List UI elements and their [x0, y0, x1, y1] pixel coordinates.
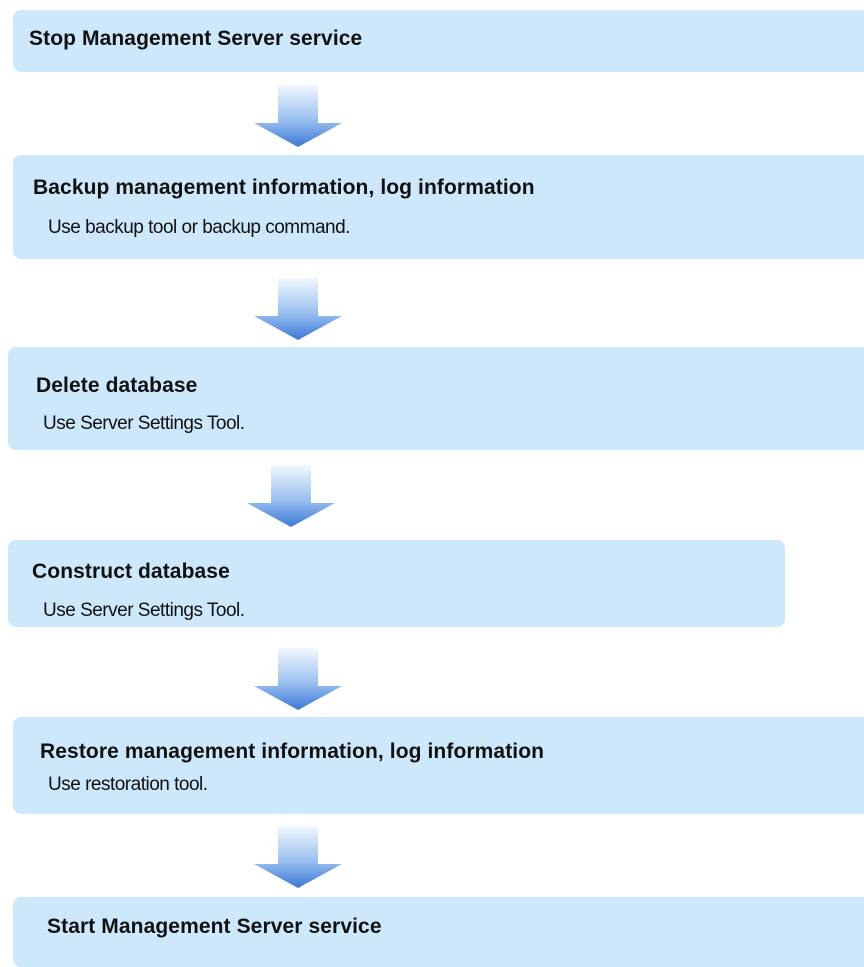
step-description: Use restoration tool. [48, 774, 208, 795]
step-title: Delete database [36, 374, 198, 397]
step-construct-database: Construct database Use Server Settings T… [8, 540, 785, 627]
down-arrow-icon [252, 85, 344, 147]
step-start-management-server: Start Management Server service [13, 897, 864, 967]
step-restore-information: Restore management information, log info… [13, 717, 864, 814]
step-description: Use Server Settings Tool. [43, 413, 245, 434]
down-arrow-icon [252, 278, 344, 340]
step-backup-information: Backup management information, log infor… [13, 155, 864, 259]
down-arrow-icon [252, 648, 344, 710]
step-title: Backup management information, log infor… [33, 176, 535, 199]
step-title: Restore management information, log info… [40, 740, 545, 763]
step-description: Use backup tool or backup command. [48, 217, 350, 238]
step-title: Start Management Server service [47, 915, 382, 938]
step-title: Construct database [32, 560, 230, 583]
down-arrow-icon [245, 465, 337, 527]
step-delete-database: Delete database Use Server Settings Tool… [8, 347, 864, 450]
step-title: Stop Management Server service [29, 27, 363, 50]
down-arrow-icon [252, 826, 344, 888]
step-description: Use Server Settings Tool. [43, 600, 245, 621]
step-stop-management-server: Stop Management Server service [13, 10, 864, 72]
